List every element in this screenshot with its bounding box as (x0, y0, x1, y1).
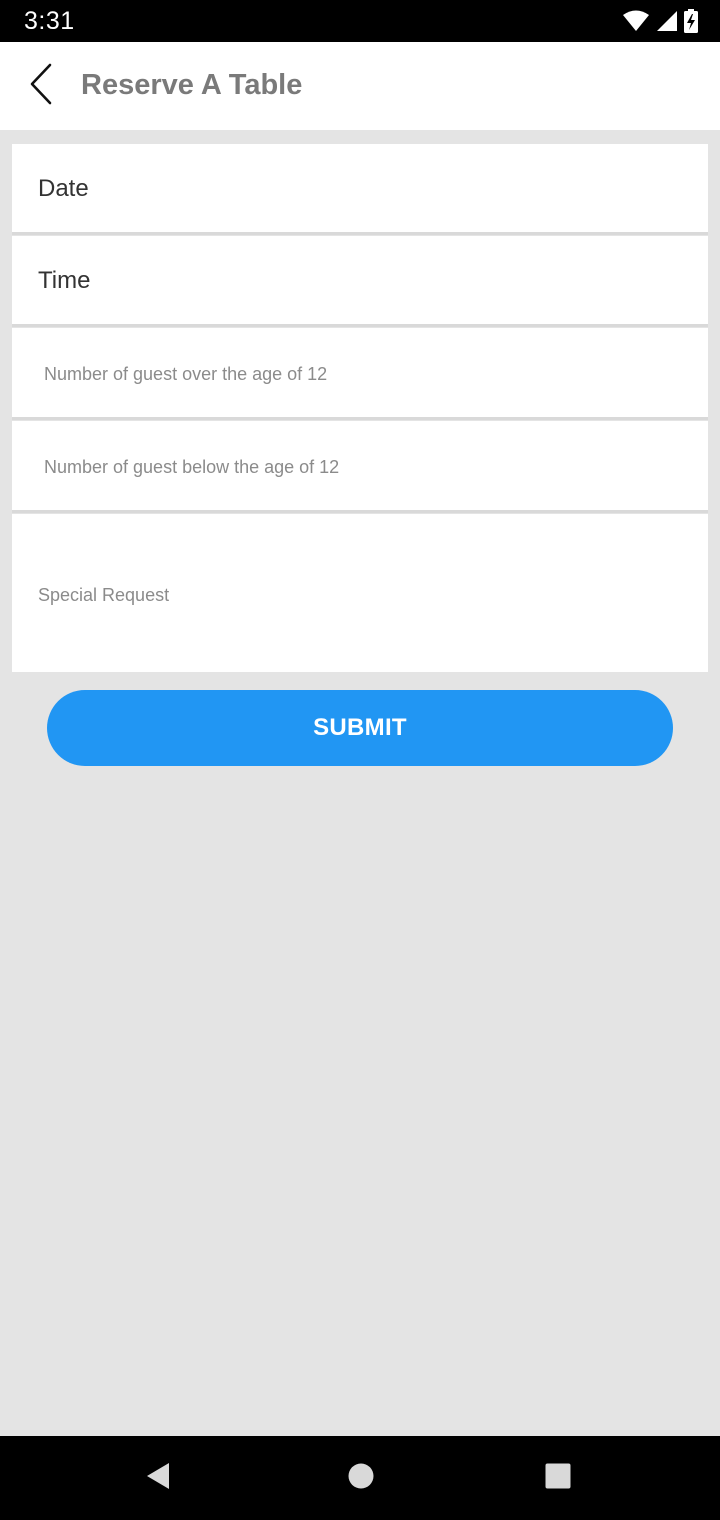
guests-below-12-input[interactable]: Number of guest below the age of 12 (12, 421, 708, 513)
guests-over-12-placeholder: Number of guest over the age of 12 (44, 364, 328, 384)
reserve-table-screen: 3:31 Reserve A Table Date Time Number of… (0, 0, 720, 1520)
battery-icon (684, 9, 698, 33)
time-label: Time (38, 267, 91, 294)
special-request-placeholder: Special Request (38, 585, 170, 605)
system-nav-bar (0, 1436, 720, 1520)
recents-square-icon (545, 1463, 571, 1494)
nav-back-button[interactable] (138, 1458, 178, 1498)
home-circle-icon (348, 1463, 374, 1494)
nav-recents-button[interactable] (538, 1458, 578, 1498)
app-bar: Reserve A Table (0, 42, 720, 130)
guests-below-12-placeholder: Number of guest below the age of 12 (44, 457, 340, 477)
back-triangle-icon (145, 1462, 171, 1495)
nav-home-button[interactable] (341, 1458, 381, 1498)
status-icons (622, 8, 698, 34)
special-request-input[interactable]: Special Request (12, 514, 708, 672)
wifi-icon (622, 10, 650, 32)
status-time: 3:31 (24, 7, 75, 35)
status-bar: 3:31 (0, 0, 720, 42)
back-button[interactable] (18, 60, 64, 112)
date-label: Date (38, 175, 89, 202)
signal-icon (656, 10, 678, 32)
guests-over-12-input[interactable]: Number of guest over the age of 12 (12, 328, 708, 420)
chevron-left-icon (28, 63, 54, 110)
submit-button[interactable]: SUBMIT (47, 690, 673, 766)
time-field[interactable]: Time (12, 236, 708, 327)
page-title: Reserve A Table (81, 69, 303, 101)
date-field[interactable]: Date (12, 144, 708, 235)
